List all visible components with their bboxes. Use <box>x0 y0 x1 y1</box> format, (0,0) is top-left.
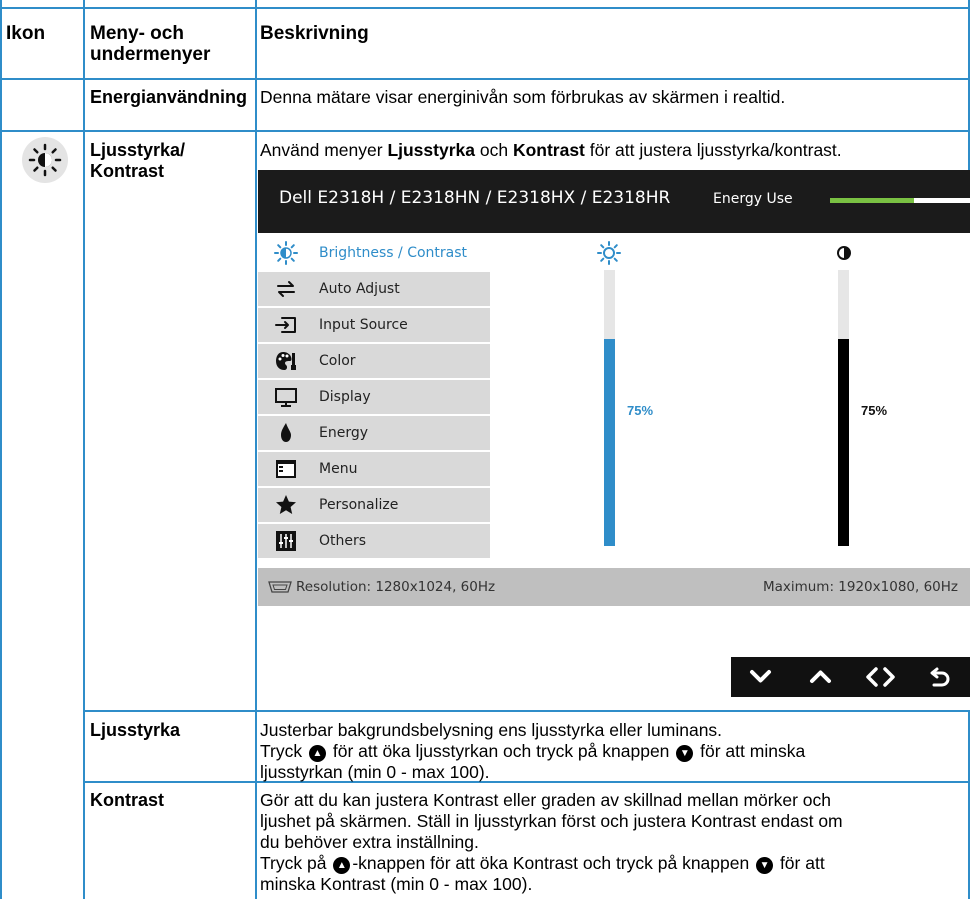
current-resolution: Resolution: 1280x1024, 60Hz <box>296 579 496 595</box>
osd-menu-item-label: Personalize <box>319 497 399 513</box>
osd-menu-item-input-source[interactable]: Input Source <box>258 308 490 342</box>
brightness-slider-fill <box>604 339 615 546</box>
osd-nav-bar <box>731 657 970 697</box>
up-button-icon: ▲ <box>333 857 351 874</box>
header-description: Beskrivning <box>260 23 369 44</box>
others-icon <box>274 529 298 553</box>
osd-screenshot: Dell E2318H / E2318HN / E2318HX / E2318H… <box>258 170 970 710</box>
energy-use-fill <box>830 198 914 203</box>
contrast-slider[interactable] <box>838 270 849 546</box>
row-energy-name: Energianvändning <box>90 87 248 107</box>
enter-button[interactable] <box>851 657 910 697</box>
auto-adjust-icon <box>274 277 298 301</box>
osd-menu-item-menu[interactable]: Menu <box>258 452 490 486</box>
osd-menu-item-display[interactable]: Display <box>258 380 490 414</box>
osd-menu: Brightness / Contrast Auto Adjust Input So… <box>258 236 490 560</box>
contrast-desc-line1: Gör att du kan justera Kontrast eller gr… <box>260 790 831 810</box>
back-button[interactable] <box>911 657 970 697</box>
osd-menu-item-label: Menu <box>319 461 358 477</box>
down-button-icon: ▼ <box>756 857 774 874</box>
contrast-desc-line5: minska Kontrast (min 0 - max 100). <box>260 874 533 894</box>
energy-use-meter <box>830 198 970 203</box>
contrast-desc-line4: Tryck på ▲ -knappen för att öka Kontrast … <box>260 853 825 874</box>
osd-status-bar: Resolution: 1280x1024, 60Hz Maximum: 192… <box>258 568 970 606</box>
osd-title: Dell E2318H / E2318HN / E2318HX / E2318H… <box>279 188 671 208</box>
osd-menu-item-label: Input Source <box>319 317 408 333</box>
header-menu: Meny- och undermenyer <box>90 23 211 65</box>
down-icon <box>750 670 771 683</box>
contrast-icon <box>837 246 851 260</box>
header-icon: Ikon <box>6 23 46 44</box>
osd-menu-item-auto-adjust[interactable]: Auto Adjust <box>258 272 490 306</box>
brightness-sun-icon <box>597 241 621 265</box>
row-brightness-desc: Justerbar bakgrundsbelysning ens ljussty… <box>260 720 965 783</box>
row-brightness-contrast-name: Ljusstyrka/ Kontrast <box>90 140 186 181</box>
menu-icon <box>274 457 298 481</box>
brightness-desc-line2: Tryck ▲ för att öka ljusstyrkan och tryc… <box>260 741 806 762</box>
up-button[interactable] <box>791 657 850 697</box>
osd-menu-item-label: Color <box>319 353 356 369</box>
up-button-icon: ▲ <box>308 745 326 762</box>
row-brightness-name: Ljusstyrka <box>90 720 181 740</box>
maximum-resolution: Maximum: 1920x1080, 60Hz <box>762 579 958 595</box>
energy-icon <box>274 421 298 445</box>
personalize-icon <box>274 493 298 517</box>
color-icon <box>274 349 298 373</box>
display-icon <box>274 385 298 409</box>
contrast-desc-line2: ljushet på skärmen. Ställ in ljusstyrkan… <box>260 811 843 831</box>
energy-use-label: Energy Use <box>713 191 793 207</box>
osd-menu-item-label: Others <box>319 533 367 549</box>
osd-menu-item-brightness-contrast[interactable]: Brightness / Contrast <box>258 236 490 270</box>
enter-icon <box>866 667 895 687</box>
up-icon <box>810 670 831 683</box>
down-button[interactable] <box>731 657 790 697</box>
row-brightness-contrast-desc: Använd menyer Ljusstyrka och Kontrast fö… <box>260 140 842 160</box>
osd-menu-item-color[interactable]: Color <box>258 344 490 378</box>
osd-menu-item-label: Display <box>319 389 371 405</box>
back-icon <box>930 667 950 687</box>
row-energy-desc: Denna mätare visar energinivån som förbr… <box>260 87 786 107</box>
row-contrast-name: Kontrast <box>90 790 165 810</box>
osd-title-bar: Dell E2318H / E2318HN / E2318HX / E2318H… <box>258 170 970 233</box>
brightness-value: 75% <box>627 403 654 418</box>
input-source-icon <box>274 313 298 337</box>
osd-menu-item-energy[interactable]: Energy <box>258 416 490 450</box>
vga-connector-icon <box>268 581 292 593</box>
brightness-contrast-icon <box>22 137 68 183</box>
row-contrast-desc: Gör att du kan justera Kontrast eller gr… <box>260 790 965 895</box>
brightness-icon <box>274 241 298 265</box>
brightness-desc-line1: Justerbar bakgrundsbelysning ens ljussty… <box>260 720 723 740</box>
brightness-desc-line3: ljusstyrkan (min 0 - max 100). <box>260 762 490 782</box>
osd-menu-item-label: Auto Adjust <box>319 281 400 297</box>
osd-menu-item-personalize[interactable]: Personalize <box>258 488 490 522</box>
down-button-icon: ▼ <box>676 745 694 762</box>
contrast-value: 75% <box>861 403 888 418</box>
brightness-slider[interactable] <box>604 270 615 546</box>
osd-menu-item-others[interactable]: Others <box>258 524 490 558</box>
contrast-desc-line3: du behöver extra inställning. <box>260 832 479 852</box>
osd-menu-item-label: Brightness / Contrast <box>319 245 468 261</box>
osd-menu-item-label: Energy <box>319 425 369 441</box>
contrast-slider-fill <box>838 339 849 546</box>
